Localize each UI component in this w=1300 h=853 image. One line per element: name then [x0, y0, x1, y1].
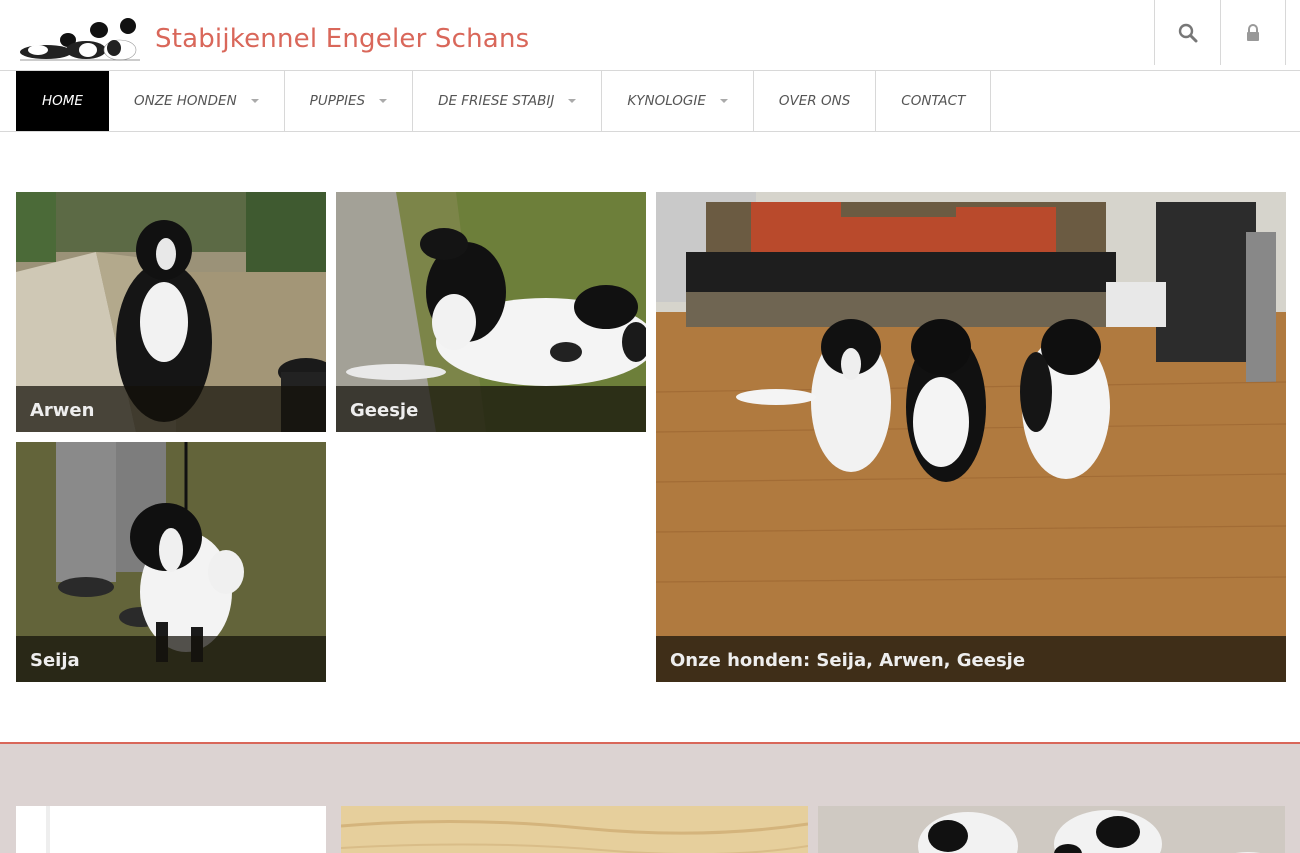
nav-item-onze-honden[interactable]: ONZE HONDEN [109, 71, 285, 131]
wood-photo [341, 806, 808, 853]
puppies-photo [818, 806, 1285, 853]
caret-down-icon [379, 99, 388, 103]
dog-photo [656, 192, 1286, 682]
gallery-tile-group[interactable]: Onze honden: Seija, Arwen, Geesje [656, 192, 1286, 682]
gallery-tile-geesje[interactable]: Geesje [336, 192, 646, 432]
divider [46, 806, 50, 853]
nav-item-contact[interactable]: CONTACT [876, 71, 992, 131]
nav-item-label: KYNOLOGIE [627, 93, 706, 109]
site-header: Stabijkennel Engeler Schans [0, 0, 1300, 71]
tile-caption: Geesje [336, 386, 646, 432]
main-navigation: HOME ONZE HONDEN PUPPIES DE FRIESE STABI… [0, 71, 1300, 132]
featured-section [0, 742, 1300, 853]
caret-down-icon [719, 99, 728, 103]
lock-icon [1247, 23, 1259, 41]
nav-item-over-ons[interactable]: OVER ONS [754, 71, 877, 131]
site-title[interactable]: Stabijkennel Engeler Schans [155, 24, 529, 54]
nav-item-kynologie[interactable]: KYNOLOGIE [602, 71, 754, 131]
nav-item-de-friese-stabij[interactable]: DE FRIESE STABIJ [413, 71, 603, 131]
tile-caption: Seija [16, 636, 326, 682]
featured-card[interactable] [818, 806, 1285, 853]
featured-card[interactable] [341, 806, 808, 853]
nav-item-label: PUPPIES [309, 93, 366, 109]
login-button[interactable] [1220, 0, 1286, 65]
nav-item-puppies[interactable]: PUPPIES [285, 71, 414, 131]
gallery-tile-arwen[interactable]: Arwen [16, 192, 326, 432]
nav-item-label: CONTACT [901, 93, 966, 109]
gallery-tile-seija[interactable]: Seija [16, 442, 326, 682]
nav-item-label: ONZE HONDEN [133, 93, 237, 109]
site-logo[interactable] [16, 14, 140, 66]
nav-item-label: HOME [42, 93, 83, 109]
search-icon [1178, 23, 1197, 42]
nav-item-home[interactable]: HOME [16, 71, 109, 131]
nav-item-label: DE FRIESE STABIJ [438, 93, 555, 109]
tile-caption: Arwen [16, 386, 326, 432]
caret-down-icon [568, 99, 577, 103]
tile-caption: Onze honden: Seija, Arwen, Geesje [656, 636, 1286, 682]
nav-item-label: OVER ONS [778, 93, 851, 109]
search-button[interactable] [1154, 0, 1220, 65]
caret-down-icon [250, 99, 259, 103]
featured-card[interactable] [16, 806, 326, 853]
